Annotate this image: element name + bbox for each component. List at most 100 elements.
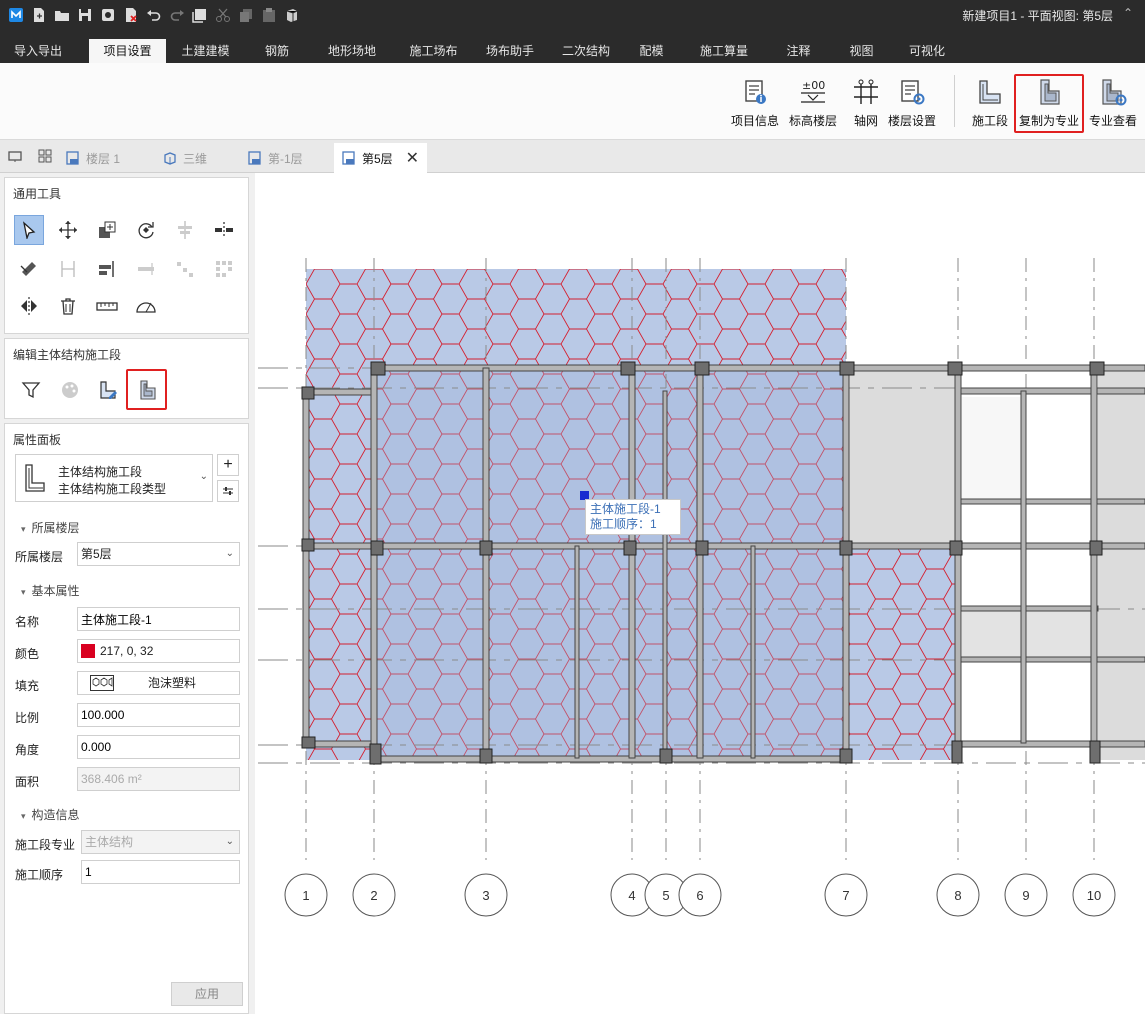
mirror-icon[interactable] [14,291,44,321]
title-bar: 新建项目1 - 平面视图: 第5层 ⌃ [0,0,1145,30]
new-file-icon[interactable] [27,4,50,26]
construction-segment-icon [973,75,1007,109]
angle-field[interactable] [77,735,240,759]
project-info-label: 项目信息 [731,114,780,128]
split-icon[interactable] [209,215,239,245]
properties-title: 属性面板 [13,433,62,447]
select-box-icon[interactable] [188,4,211,26]
tab-grid-icon[interactable] [38,149,52,166]
tab-floor-1[interactable]: 楼层 1 [58,143,154,173]
scale-field[interactable] [77,703,240,727]
name-field[interactable] [77,607,240,631]
type-selector[interactable]: 主体结构施工段 主体结构施工段类型 ⌄ [15,454,213,502]
copy-icon[interactable] [234,4,257,26]
ribbon-tab[interactable]: 施工场布 [399,39,468,63]
floor-select[interactable]: 第5层 ⌄ [77,542,240,566]
rotate-icon[interactable] [131,215,161,245]
ribbon-tab[interactable]: 可视化 [898,39,956,63]
move-icon[interactable] [53,215,83,245]
ribbon-tab[interactable]: 配模 [627,39,676,63]
select-pointer-icon[interactable] [14,215,44,245]
add-type-button[interactable]: + [217,454,239,476]
redo-icon[interactable] [165,4,188,26]
undo-icon[interactable] [142,4,165,26]
ribbon-tab[interactable]: 项目设置 [89,39,166,63]
ribbon-tab-label: 二次结构 [561,44,610,58]
palette-icon[interactable] [55,375,85,405]
type-settings-button[interactable] [217,480,239,502]
ribbon-tab[interactable]: 注释 [772,39,825,63]
project-info-button[interactable]: 项目信息 [731,75,779,135]
filter-icon[interactable] [16,375,46,405]
order-field[interactable] [81,860,240,884]
chevron-down-icon: ⌄ [225,548,234,559]
discipline-value: 主体结构 [85,835,134,849]
floor-plan-drawing[interactable]: 1 2 3 4 5 6 7 8 9 10 [255,173,1145,1014]
tab-3d[interactable]: 三维 [155,143,239,173]
section-floor-header[interactable]: ▾ 所属楼层 [21,519,80,536]
ribbon-tab-label: 注释 [786,44,811,58]
discipline-view-label: 专业查看 [1089,114,1138,128]
section-construct-header[interactable]: ▾ 构造信息 [21,806,80,823]
paste-icon[interactable] [257,4,280,26]
floor-settings-icon [895,75,929,109]
section-construct-label: 构造信息 [31,808,80,822]
ribbon-tab[interactable]: 视图 [832,39,891,63]
discipline-label: 施工段专业 [15,838,76,852]
chevron-down-icon: ⌄ [225,836,234,847]
tab-floor-minus-1[interactable]: 第-1层 [240,143,334,173]
tab-floor-5[interactable]: 第5层 ✕ [334,143,427,173]
fill-pattern-button[interactable]: 泡沫塑料 [77,671,240,695]
ribbon-tab[interactable]: 土建建模 [167,39,244,63]
elevation-floor-button[interactable]: ±00 标高楼层 [789,75,837,135]
ribbon-tab[interactable]: 场布助手 [475,39,545,63]
area-label: 面积 [15,775,40,789]
color-field[interactable]: 217, 0, 32 [77,639,240,663]
floor-settings-button[interactable]: 楼层设置 [888,75,936,135]
axis-grid-label: 轴网 [853,114,878,128]
drawing-canvas[interactable]: 1 2 3 4 5 6 7 8 9 10 主体施工段-1 施工顺序：1 [255,173,1145,1014]
area-field: 368.406 m² [77,767,240,791]
align-icon[interactable] [170,215,200,245]
tab-3d-label: 三维 [183,151,208,166]
construction-segment-button[interactable]: 施工段 [972,75,1008,135]
break-icon[interactable] [131,254,161,284]
ribbon-tab[interactable]: 地形场地 [313,39,391,63]
close-tab-icon[interactable]: ✕ [406,148,419,168]
open-folder-icon[interactable] [50,4,73,26]
fill-label: 填充 [15,679,40,693]
delete-icon[interactable] [53,291,83,321]
ribbon-tab-label: 施工场布 [409,44,458,58]
discipline-select: 主体结构 ⌄ [81,830,240,854]
angle-measure-icon[interactable] [131,291,161,321]
axis-label: 5 [662,888,669,903]
extend-icon[interactable] [92,254,122,284]
ribbon-tab[interactable]: 施工算量 [683,39,765,63]
axis-grid-button[interactable]: 轴网 [849,75,883,135]
ribbon-separator [954,75,955,127]
copy-element-icon[interactable] [92,215,122,245]
ribbon-tab[interactable]: 二次结构 [552,39,620,63]
trim-icon[interactable] [53,254,83,284]
save-as-icon[interactable] [96,4,119,26]
ribbon-tab-label: 地形场地 [327,44,376,58]
tab-panel-icon[interactable] [8,149,22,166]
edit-segment-icon[interactable] [93,375,123,405]
ribbon-tab[interactable]: 钢筋 [249,39,305,63]
section-basic-header[interactable]: ▾ 基本属性 [21,582,80,599]
measure-icon[interactable] [92,291,122,321]
discipline-view-button[interactable]: 专业查看 [1089,75,1137,135]
array-icon[interactable] [170,254,200,284]
ribbon-tab[interactable]: 导入导出 [0,39,76,63]
close-file-icon[interactable] [119,4,142,26]
array-grid-icon[interactable] [209,254,239,284]
apply-button[interactable]: 应用 [171,982,243,1006]
save-icon[interactable] [73,4,96,26]
plan-view-icon [248,151,261,165]
cube-icon[interactable] [280,4,303,26]
cut-icon[interactable] [211,4,234,26]
tab-floor-minus-1-label: 第-1层 [268,151,303,166]
offset-icon[interactable] [14,254,44,284]
app-logo-icon[interactable] [4,4,27,26]
collapse-ribbon-icon[interactable]: ⌃ [1123,6,1133,20]
